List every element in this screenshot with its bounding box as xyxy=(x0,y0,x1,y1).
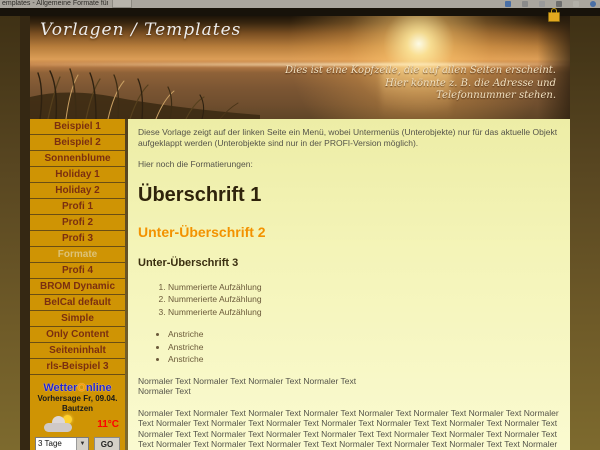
page-left-border xyxy=(20,16,30,450)
sidebar-item-holiday-1[interactable]: Holiday 1 xyxy=(30,167,125,183)
sidebar-item-profi-3[interactable]: Profi 3 xyxy=(30,231,125,247)
temperature-value: 11°C xyxy=(97,419,119,430)
sidebar-menu: Beispiel 1 Beispiel 2 Sonnenblume Holida… xyxy=(30,119,125,450)
sidebar-item-profi-2[interactable]: Profi 2 xyxy=(30,215,125,231)
browser-tab[interactable] xyxy=(112,0,132,8)
tagline-line: Dies ist eine Kopfzeile, die auf allen S… xyxy=(285,65,556,78)
bullet-list: Anstriche Anstriche Anstriche xyxy=(138,328,560,366)
normal-text-short: Normaler Text Normaler Text Normaler Tex… xyxy=(138,376,560,397)
tagline-line: Hier könnte z. B. die Adresse und xyxy=(285,78,556,91)
normal-text-line: Normaler Text xyxy=(138,386,191,396)
normal-text-long: Normaler Text Normaler Text Normaler Tex… xyxy=(138,408,560,450)
main-content: Diese Vorlage zeigt auf der linken Seite… xyxy=(128,119,570,450)
numbered-item: Nummerierte Aufzählung xyxy=(168,293,560,306)
bullet-item: Anstriche xyxy=(168,328,560,341)
wetteronline-o-icon: O xyxy=(77,382,86,394)
numbered-item: Nummerierte Aufzählung xyxy=(168,281,560,294)
sidebar-item-beispiel-1[interactable]: Beispiel 1 xyxy=(30,119,125,135)
header-image: Vorlagen / Templates Dies ist eine Kopfz… xyxy=(30,16,570,119)
browser-toolbar xyxy=(505,1,596,7)
browser-theme-strip xyxy=(0,8,600,16)
browser-toolbar-icon[interactable] xyxy=(573,1,579,7)
chevron-down-icon[interactable]: ▼ xyxy=(76,438,88,450)
go-button[interactable]: GO xyxy=(94,437,120,450)
intro-paragraph: Diese Vorlage zeigt auf der linken Seite… xyxy=(138,127,560,148)
sidebar-item-profi-4[interactable]: Profi 4 xyxy=(30,263,125,279)
numbered-list: Nummerierte Aufzählung Nummerierte Aufzä… xyxy=(138,281,560,319)
heading-1: Überschrift 1 xyxy=(138,184,560,207)
browser-toolbar-icon[interactable] xyxy=(522,1,528,7)
forecast-range-value: 3 Tage xyxy=(36,438,76,450)
cloud-icon xyxy=(44,423,72,432)
forecast-range-select[interactable]: 3 Tage ▼ xyxy=(35,437,89,450)
heading-2: Unter-Überschrift 2 xyxy=(138,224,560,240)
sidebar-item-profi-1[interactable]: Profi 1 xyxy=(30,199,125,215)
partly-cloudy-icon xyxy=(44,417,76,432)
browser-toolbar-icon[interactable] xyxy=(505,1,511,7)
numbered-item: Nummerierte Aufzählung xyxy=(168,306,560,319)
sidebar-item-formate[interactable]: Formate xyxy=(30,247,125,263)
normal-text-line: Normaler Text Normaler Text Normaler Tex… xyxy=(138,376,356,386)
forecast-city: Bautzen xyxy=(30,404,125,414)
logo-text: nline xyxy=(86,382,112,394)
formats-note: Hier noch die Formatierungen: xyxy=(138,159,560,170)
sidebar-item-rls-beispiel-3[interactable]: rls-Beispiel 3 xyxy=(30,359,125,375)
weather-widget: WetterOnline Vorhersage Fr, 09.04. Bautz… xyxy=(30,375,125,450)
sidebar-item-simple[interactable]: Simple xyxy=(30,311,125,327)
sidebar-item-seiteninhalt[interactable]: Seiteninhalt xyxy=(30,343,125,359)
sidebar-item-belcal-default[interactable]: BelCal default xyxy=(30,295,125,311)
sidebar-item-holiday-2[interactable]: Holiday 2 xyxy=(30,183,125,199)
forecast-row: 11°C xyxy=(30,415,125,435)
sidebar-item-brom-dynamic[interactable]: BROM Dynamic xyxy=(30,279,125,295)
sidebar-item-beispiel-2[interactable]: Beispiel 2 xyxy=(30,135,125,151)
screenshot-root: emplates - Allgemeine Formate für Texte … xyxy=(0,0,600,450)
wetteronline-logo[interactable]: WetterOnline xyxy=(30,382,125,394)
browser-toolbar-icon[interactable] xyxy=(590,1,596,7)
browser-toolbar-icon[interactable] xyxy=(556,1,562,7)
bullet-item: Anstriche xyxy=(168,341,560,354)
forecast-date: Vorhersage Fr, 09.04. xyxy=(30,394,125,404)
forecast-controls: 3 Tage ▼ GO xyxy=(30,437,125,450)
browser-tab-title[interactable]: emplates - Allgemeine Formate für Texte … xyxy=(2,0,108,8)
sidebar-item-sonnenblume[interactable]: Sonnenblume xyxy=(30,151,125,167)
heading-3: Unter-Überschrift 3 xyxy=(138,257,560,269)
bullet-item: Anstriche xyxy=(168,353,560,366)
sidebar-item-only-content[interactable]: Only Content xyxy=(30,327,125,343)
tagline-line: Telefonnummer stehen. xyxy=(285,90,556,103)
page-background: Vorlagen / Templates Dies ist eine Kopfz… xyxy=(0,16,600,450)
browser-toolbar-icon[interactable] xyxy=(539,1,545,7)
logo-text: Wetter xyxy=(43,382,77,394)
site-title: Vorlagen / Templates xyxy=(40,20,241,40)
header-tagline: Dies ist eine Kopfzeile, die auf allen S… xyxy=(285,65,556,103)
lock-icon xyxy=(548,12,560,22)
